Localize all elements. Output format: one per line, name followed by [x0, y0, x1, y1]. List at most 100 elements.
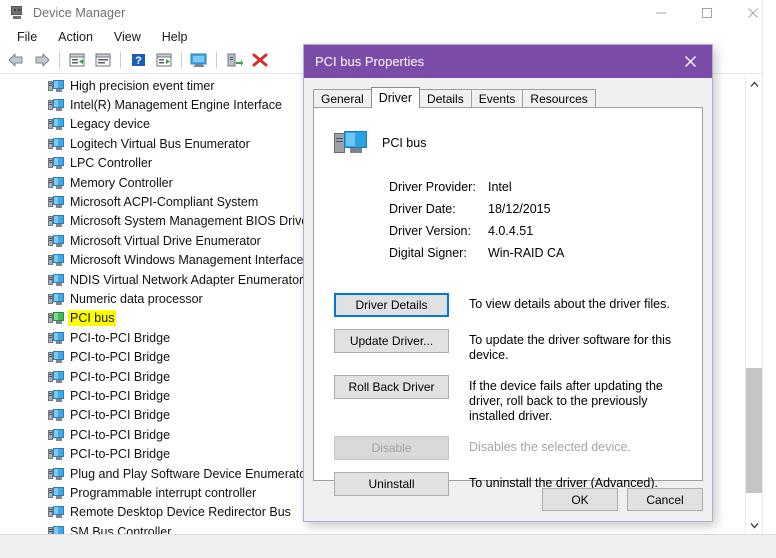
menu-action[interactable]: Action [48, 28, 103, 46]
roll-back-driver-button[interactable]: Roll Back Driver [334, 375, 449, 399]
tree-row-label: Remote Desktop Device Redirector Bus [70, 505, 291, 520]
dialog-title: PCI bus Properties [315, 54, 425, 69]
scan-for-hardware-changes-icon[interactable] [152, 49, 176, 71]
device-icon [48, 408, 64, 422]
device-manager-icon [9, 5, 25, 21]
device-name: PCI bus [382, 136, 427, 150]
toolbar-separator [59, 52, 60, 68]
device-icon [48, 505, 64, 519]
disable-button: Disable [334, 436, 449, 460]
driver-info-row: Driver Date: 18/12/2015 [389, 202, 564, 224]
tab-events[interactable]: Events [470, 89, 524, 108]
tree-row-label: PCI-to-PCI Bridge [70, 369, 171, 384]
device-icon [48, 98, 64, 112]
dialog-body: General Driver Details Events Resources PCI … [304, 78, 712, 521]
dialog-footer: OK Cancel [533, 488, 703, 511]
driver-info-value: Win-RAID CA [488, 246, 565, 260]
scroll-down-icon[interactable] [746, 517, 763, 534]
device-icon [48, 292, 64, 306]
tree-row-label: Microsoft ACPI-Compliant System [70, 195, 259, 210]
device-icon [48, 195, 64, 209]
device-icon [48, 447, 64, 461]
device-icon [48, 214, 64, 228]
device-icon-green [48, 311, 64, 325]
enable-device-icon[interactable] [222, 49, 246, 71]
tree-row-label: PCI-to-PCI Bridge [70, 447, 171, 462]
menu-view[interactable]: View [104, 28, 151, 46]
tree-row-label: NDIS Virtual Network Adapter Enumerator [70, 272, 304, 287]
menu-help[interactable]: Help [152, 28, 198, 46]
tree-row[interactable]: SM Bus Controller [0, 522, 745, 534]
dialog-close-icon[interactable] [668, 45, 712, 78]
statusbar [0, 534, 776, 558]
help-icon[interactable]: ? [126, 49, 150, 71]
driver-info-value: 4.0.4.51 [488, 224, 534, 238]
cancel-button[interactable]: Cancel [627, 488, 703, 511]
dialog-tabstrip[interactable]: General Driver Details Events Resources [313, 87, 703, 108]
tree-row-label: Legacy device [70, 117, 150, 132]
driver-action-row: Disable Disables the selected device. [334, 436, 694, 460]
tab-driver[interactable]: Driver [370, 87, 421, 108]
device-icon [48, 156, 64, 170]
tree-row-label: PCI-to-PCI Bridge [70, 427, 171, 442]
ok-button[interactable]: OK [542, 488, 618, 511]
tree-row-label: LPC Controller [70, 156, 152, 171]
tree-row-label: PCI-to-PCI Bridge [70, 388, 171, 403]
toolbar-separator [120, 52, 121, 68]
tree-row-label: Intel(R) Management Engine Interface [70, 98, 282, 113]
uninstall-device-icon[interactable] [248, 49, 272, 71]
driver-action-row: Roll Back Driver If the device fails afte… [334, 375, 694, 424]
window-controls [638, 0, 776, 26]
properties-icon[interactable] [91, 49, 115, 71]
tree-row-label: PCI-to-PCI Bridge [70, 330, 171, 345]
device-icon [48, 428, 64, 442]
driver-action-description: To update the driver software for this d… [469, 333, 672, 362]
scroll-up-icon[interactable] [746, 76, 763, 93]
tree-row-label: Plug and Play Software Device Enumerator [70, 466, 311, 481]
tree-row-label: Logitech Virtual Bus Enumerator [70, 136, 250, 151]
device-icon [48, 467, 64, 481]
scrollbar-track[interactable] [746, 93, 763, 517]
tree-row-label: High precision event timer [70, 78, 215, 93]
device-icon [48, 273, 64, 287]
tree-row-label: Programmable interrupt controller [70, 485, 257, 500]
driver-tab-panel: PCI bus Driver Provider: Intel Driver Date… [313, 107, 703, 496]
window-right-gutter [762, 0, 776, 558]
minimize-button[interactable] [638, 0, 684, 26]
uninstall-button[interactable]: Uninstall [334, 472, 449, 496]
driver-action-description: Disables the selected device. [469, 440, 631, 454]
driver-action-description: If the device fails after updating the d… [469, 379, 663, 423]
window-titlebar: Device Manager [0, 0, 776, 26]
device-icon [48, 79, 64, 93]
driver-action-description: To view details about the driver files. [469, 297, 670, 311]
tab-resources[interactable]: Resources [522, 89, 596, 108]
device-icon [48, 350, 64, 364]
driver-action-row: Driver Details To view details about the … [334, 293, 694, 317]
tab-details[interactable]: Details [419, 89, 472, 108]
toolbar-separator [181, 52, 182, 68]
tree-row-label: Microsoft System Management BIOS Driver [70, 214, 313, 229]
show-hidden-devices-icon[interactable] [65, 49, 89, 71]
forward-arrow-icon[interactable] [30, 49, 54, 71]
menu-file[interactable]: File [7, 28, 47, 46]
driver-info-row: Digital Signer: Win-RAID CA [389, 246, 564, 268]
toolbar-separator [216, 52, 217, 68]
maximize-button[interactable] [684, 0, 730, 26]
driver-info-label: Driver Date: [389, 202, 456, 216]
scrollbar-thumb[interactable] [746, 368, 763, 493]
device-icon [48, 137, 64, 151]
update-driver-button[interactable]: Update Driver... [334, 329, 449, 353]
window-title: Device Manager [33, 6, 126, 20]
driver-details-button[interactable]: Driver Details [334, 293, 449, 317]
driver-info-row: Driver Version: 4.0.4.51 [389, 224, 564, 246]
vertical-scrollbar[interactable] [745, 76, 763, 534]
device-icon [48, 117, 64, 131]
device-icon [48, 486, 64, 500]
tree-row-label: Microsoft Virtual Drive Enumerator [70, 233, 261, 248]
update-driver-icon[interactable] [187, 49, 211, 71]
dialog-titlebar: PCI bus Properties [304, 45, 712, 78]
back-arrow-icon[interactable] [4, 49, 28, 71]
tree-row-label: PCI-to-PCI Bridge [70, 350, 171, 365]
tree-row-label: PCI-to-PCI Bridge [70, 408, 171, 423]
tab-general[interactable]: General [313, 89, 372, 108]
